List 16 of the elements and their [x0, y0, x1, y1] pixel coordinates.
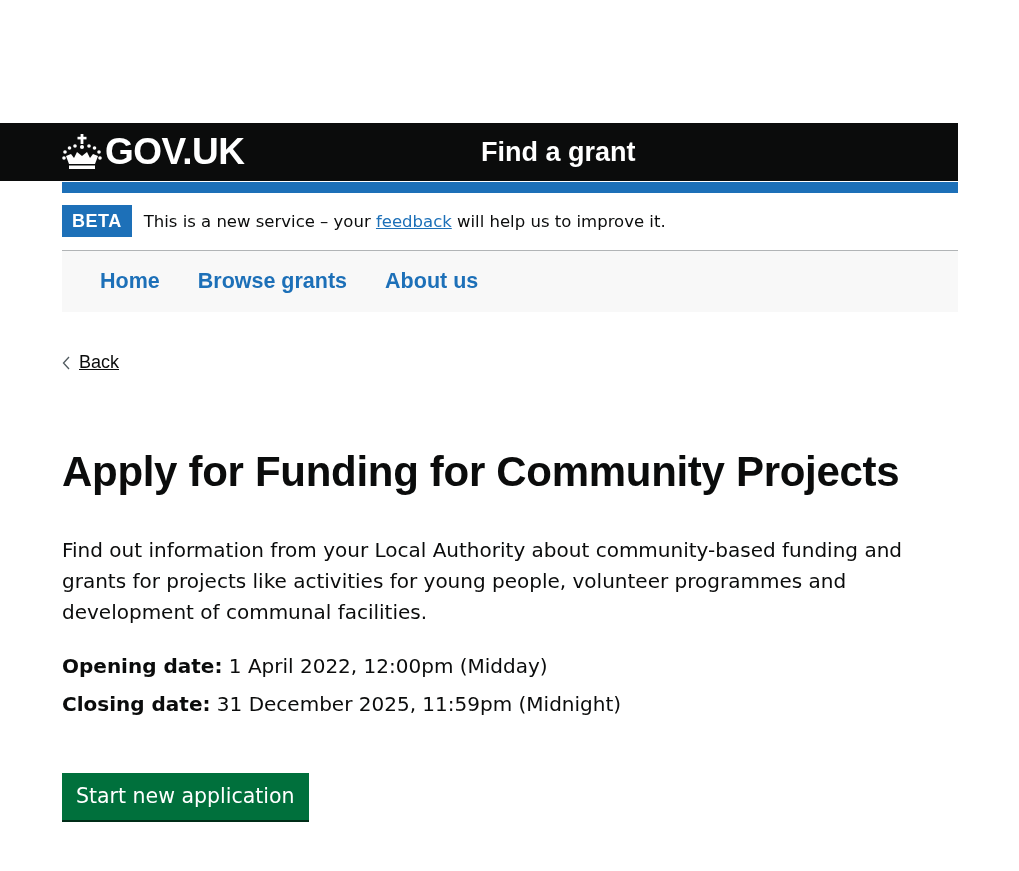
service-name-link[interactable]: Find a grant	[481, 136, 636, 168]
back-link[interactable]: Back	[62, 352, 120, 373]
start-application-button[interactable]: Start new application	[62, 772, 309, 820]
nav-link[interactable]: Home	[100, 269, 160, 294]
nav-link[interactable]: Browse grants	[197, 269, 348, 294]
date-text: Opening date: 1 April 2022, 12:00pm (Midday)	[62, 652, 549, 680]
phase-tag: BETA	[62, 205, 132, 237]
nav-link[interactable]: About us	[385, 269, 479, 294]
phase-banner-message: This is a new service – your feedback will help us to improve it.	[143, 211, 666, 231]
feedback-link[interactable]: feedback	[375, 211, 452, 231]
description-text: Find out information from your Local Authority about community-based funding and grants for projects like activities for young people, volunteer programmes and development of communal facilities.	[62, 536, 904, 626]
chevron-left-icon	[62, 355, 70, 370]
logo-link[interactable]: GOV.UK	[62, 131, 245, 173]
crown-icon	[62, 134, 102, 170]
page-title: Apply for Funding for Community Projects	[62, 449, 901, 494]
date-text: Closing date: 31 December 2025, 11:59pm (Midnight)	[62, 690, 623, 718]
